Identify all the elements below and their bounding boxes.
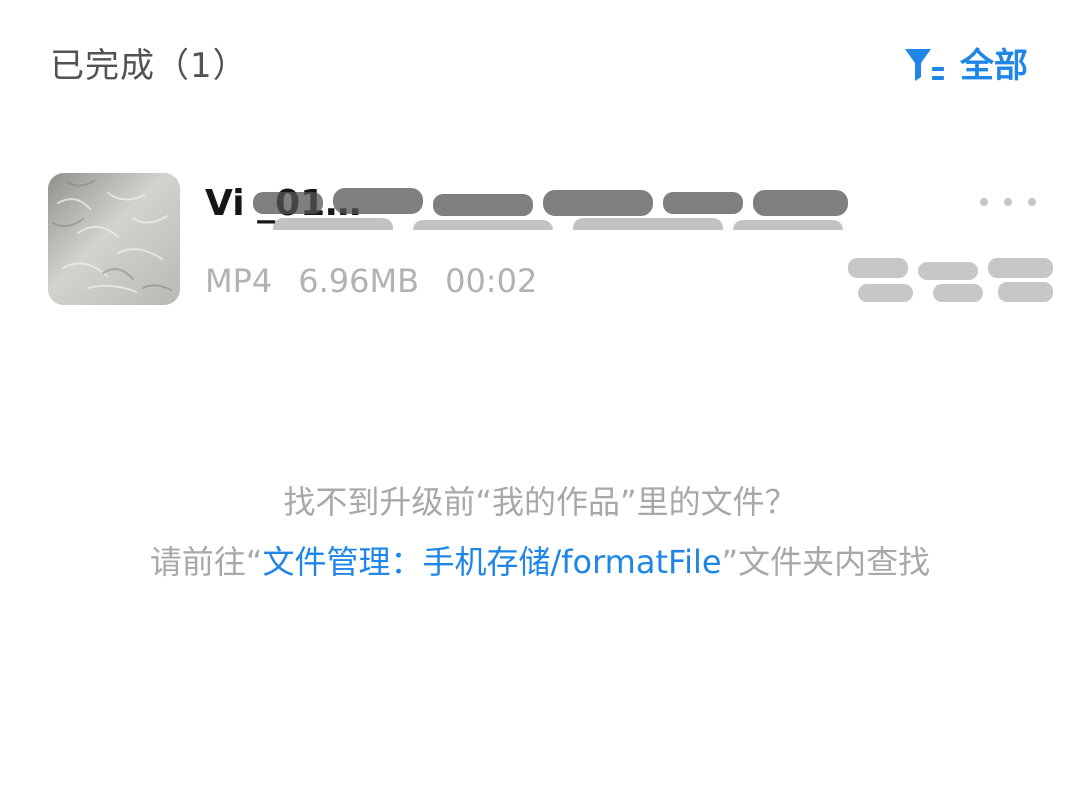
downloads-page: 已完成（1） 全部 Vi _01… MP4 6.96MB 00:02 找不到升级… — [0, 0, 1080, 810]
more-dots-icon — [1004, 198, 1012, 206]
filter-label: 全部 — [960, 46, 1028, 86]
hint-suffix: ”文件夹内查找 — [721, 543, 931, 581]
more-options-button[interactable] — [980, 184, 1036, 220]
filter-icon — [905, 49, 944, 81]
hint-line-2: 请前往“文件管理：手机存储/formatFile”文件夹内查找 — [0, 536, 1080, 588]
file-manager-path-link[interactable]: 文件管理：手机存储/formatFile — [262, 543, 721, 581]
file-list-item[interactable]: Vi _01… MP4 6.96MB 00:02 — [0, 160, 1080, 320]
completed-header: 已完成（1） 全部 — [0, 0, 1080, 134]
filter-all-button[interactable]: 全部 — [904, 40, 1028, 92]
more-dots-icon — [980, 198, 988, 206]
hint-line-1: 找不到升级前“我的作品”里的文件？ — [283, 483, 797, 521]
file-format: MP4 — [205, 262, 273, 300]
more-dots-icon — [1028, 198, 1036, 206]
file-meta: MP4 6.96MB 00:02 — [205, 258, 563, 304]
hint-prefix: 请前往“ — [149, 543, 263, 581]
file-duration: 00:02 — [445, 262, 538, 300]
completed-section-title: 已完成（1） — [50, 46, 248, 86]
file-name-text: Vi _01… — [205, 183, 362, 224]
file-name: Vi _01… — [205, 178, 955, 230]
missing-files-hint: 找不到升级前“我的作品”里的文件？ 请前往“文件管理：手机存储/formatFi… — [0, 476, 1080, 588]
file-size: 6.96MB — [298, 262, 420, 300]
thumbnail-image — [48, 173, 180, 305]
redaction-blur-status — [848, 258, 1053, 302]
video-thumbnail[interactable] — [48, 173, 180, 305]
